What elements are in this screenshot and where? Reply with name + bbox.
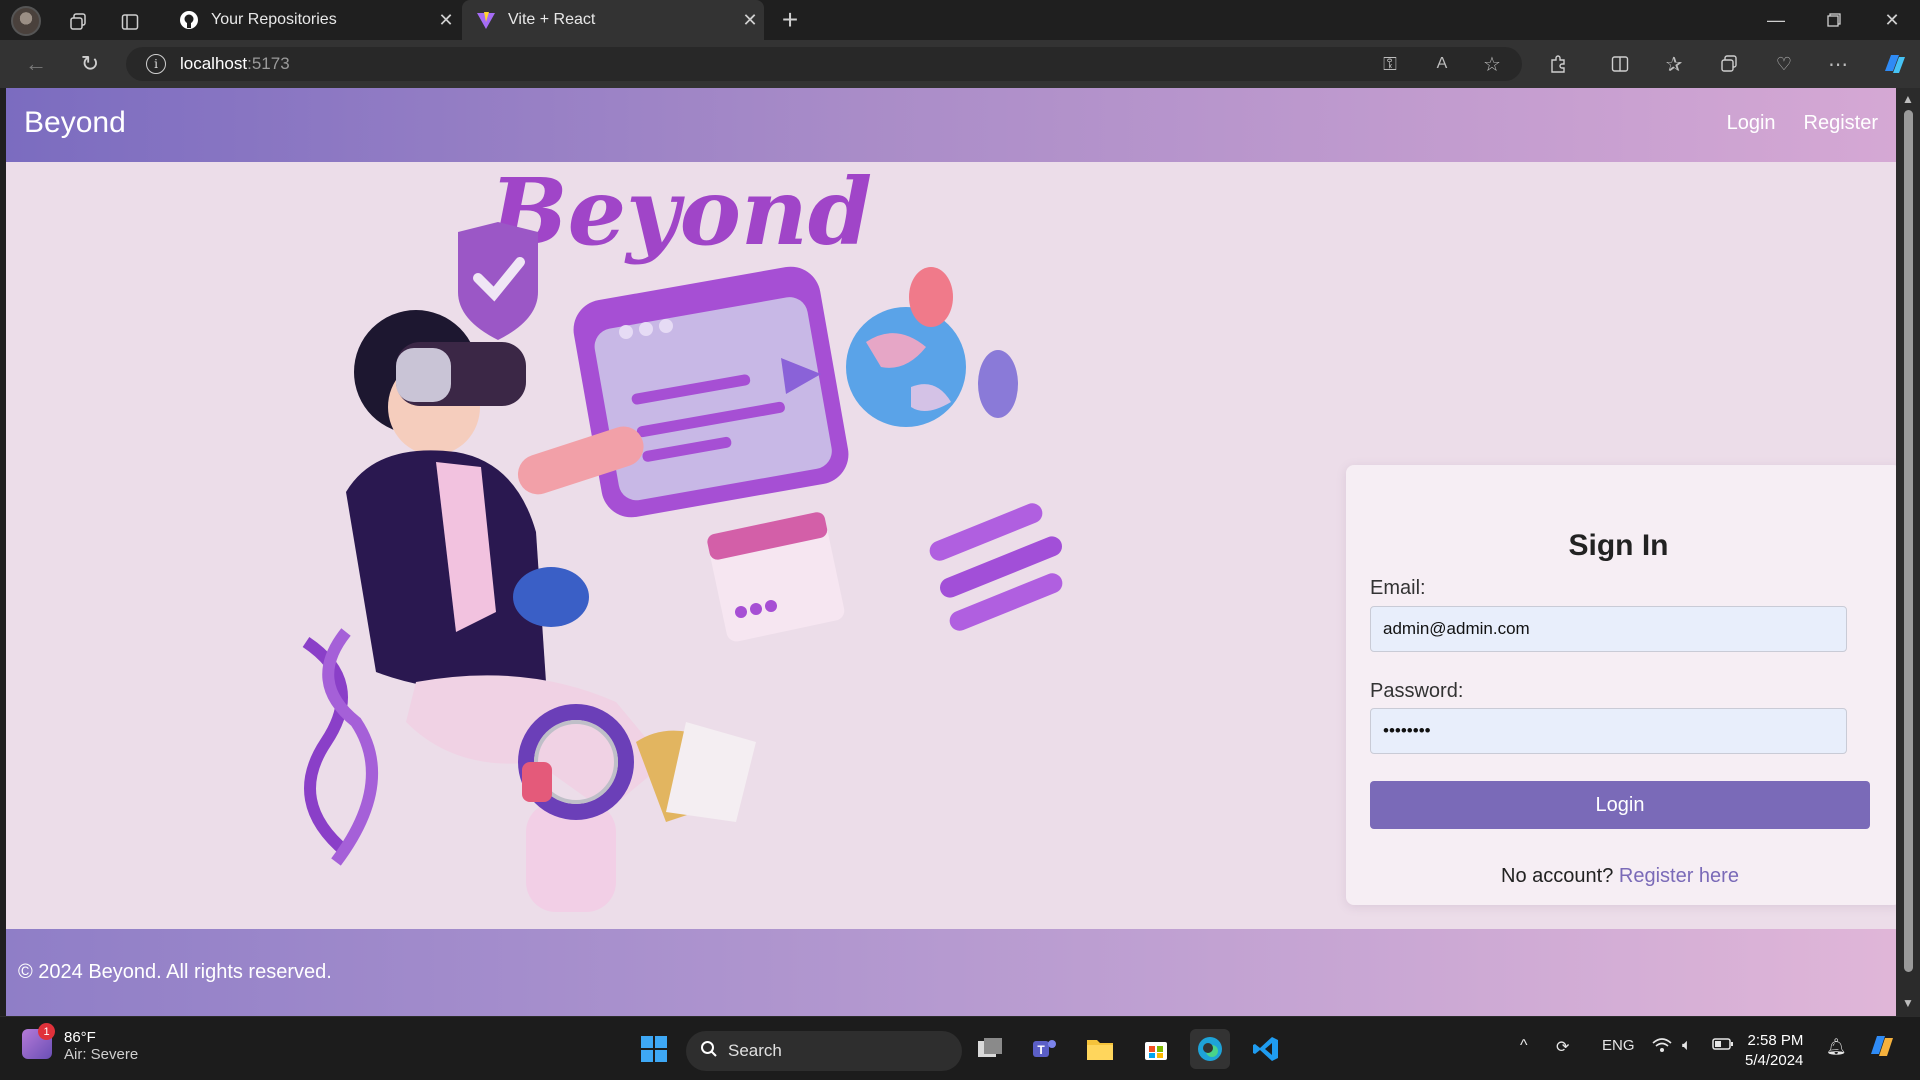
search-placeholder: Search (728, 1041, 782, 1060)
split-screen-icon[interactable] (1604, 48, 1636, 80)
edge-icon[interactable] (1190, 1029, 1230, 1069)
email-field[interactable] (1370, 606, 1847, 652)
copilot-taskbar-icon[interactable] (1866, 1031, 1896, 1066)
email-label: Email: (1370, 577, 1426, 599)
microsoft-store-icon[interactable] (1136, 1029, 1176, 1069)
password-label: Password: (1370, 680, 1464, 702)
profile-avatar[interactable] (11, 6, 41, 36)
close-tab-icon[interactable]: ✕ (736, 10, 764, 31)
start-icon[interactable] (634, 1029, 674, 1069)
address-bar[interactable]: i localhost:5173 (126, 47, 1522, 81)
volume-icon[interactable]: 🔈︎ (1682, 1037, 1692, 1055)
workspaces-icon[interactable] (64, 8, 92, 36)
brand-logo[interactable]: Beyond (24, 106, 126, 140)
collections-icon[interactable] (1713, 48, 1745, 80)
site-footer: © 2024 Beyond. All rights reserved. (6, 929, 1896, 1016)
card-graphic (707, 512, 845, 642)
signin-card: Sign In Email: Password: Login No accoun… (1346, 465, 1896, 905)
windows-taskbar: 1 86°F Air: Severe Search T ^ ⟳ ENG 🔈︎ 2… (0, 1016, 1920, 1080)
minimize-icon[interactable]: — (1748, 0, 1804, 40)
nav-register-link[interactable]: Register (1804, 112, 1878, 135)
taskbar-search[interactable]: Search (686, 1031, 962, 1071)
weather-temp: 86°F (64, 1029, 96, 1046)
tab-title: Vite + React (508, 11, 596, 28)
tab-your-repositories[interactable]: Your Repositories ✕ (165, 0, 460, 40)
github-icon (179, 10, 199, 30)
clock-time: 2:58 PM (1747, 1032, 1804, 1049)
site-info-icon[interactable]: i (146, 54, 166, 74)
site-navbar: Beyond Login Register (6, 88, 1896, 162)
no-account-text: No account? (1501, 865, 1614, 887)
notifications-icon[interactable]: 🔔︎ (1826, 1037, 1846, 1057)
new-tab-icon[interactable]: + (774, 4, 806, 36)
weather-desc: Air: Severe (64, 1046, 139, 1063)
scroll-down-icon[interactable]: ▼ (1902, 996, 1914, 1010)
register-link[interactable]: Register here (1619, 865, 1739, 887)
extensions-icon[interactable] (1542, 48, 1574, 80)
browser-tab-bar: Your Repositories ✕ Vite + React ✕ + — ✕ (0, 0, 1920, 40)
page-viewport: Beyond Login Register Beyond Sign In Ema… (6, 88, 1896, 1016)
copilot-icon[interactable] (1878, 48, 1910, 80)
scrollbar-thumb[interactable] (1904, 110, 1913, 972)
svg-text:T: T (1037, 1043, 1045, 1057)
url-port: :5173 (247, 54, 290, 73)
weather-alert-badge: 1 (38, 1023, 55, 1040)
tab-title: Your Repositories (211, 11, 337, 28)
taskbar-clock[interactable]: 2:58 PM 5/4/2024 (1745, 1031, 1803, 1071)
hero-section: Beyond Sign In Email: admin@admin.com Pa… (6, 162, 1896, 929)
favorite-star-icon[interactable]: ☆ (1476, 48, 1508, 80)
signin-heading: Sign In (1568, 529, 1669, 562)
vscode-icon[interactable] (1246, 1029, 1286, 1069)
reload-icon[interactable]: ↻ (74, 48, 106, 80)
teams-icon[interactable]: T (1024, 1029, 1064, 1069)
vertical-tabs-icon[interactable] (116, 8, 144, 36)
url-host: localhost (180, 54, 248, 73)
browser-window-graphic (573, 266, 849, 518)
login-button[interactable]: Login (1370, 781, 1870, 829)
hero-illustration: Beyond (302, 162, 1063, 912)
scroll-up-icon[interactable]: ▲ (1902, 92, 1914, 106)
tab-vite-react[interactable]: Vite + React ✕ (462, 0, 764, 40)
password-key-icon[interactable]: ⚿ (1374, 48, 1406, 80)
shield-check-icon (458, 222, 538, 340)
close-tab-icon[interactable]: ✕ (432, 10, 460, 31)
sync-icon[interactable]: ⟳ (1556, 1037, 1569, 1057)
page-scrollbar[interactable]: ▲ ▼ (1896, 88, 1920, 1016)
sliders-graphic (929, 503, 1063, 631)
nav-links: Login Register (1727, 112, 1878, 135)
address-toolbar: ← ↻ i localhost:5173 ⚿ A ☆ ✰ ♡ ⋯ (0, 40, 1920, 88)
clock-date: 5/4/2024 (1745, 1052, 1804, 1069)
globe-graphic (846, 267, 1018, 427)
footer-copyright: © 2024 Beyond. All rights reserved. (18, 961, 332, 983)
restore-icon[interactable] (1806, 0, 1862, 40)
language-indicator[interactable]: ENG (1602, 1037, 1635, 1054)
wifi-icon[interactable] (1652, 1037, 1672, 1058)
weather-widget[interactable]: 1 86°F Air: Severe (22, 1023, 139, 1063)
back-icon[interactable]: ← (20, 48, 52, 80)
read-aloud-icon[interactable]: A (1426, 48, 1458, 80)
show-hidden-icons[interactable]: ^ (1520, 1037, 1528, 1055)
task-view-icon[interactable] (970, 1029, 1010, 1069)
hero-logo-text: Beyond (487, 162, 872, 266)
dna-icon (302, 628, 378, 866)
close-window-icon[interactable]: ✕ (1864, 0, 1920, 40)
battery-icon[interactable] (1712, 1037, 1734, 1056)
vite-icon (476, 10, 496, 30)
weather-icon: 1 (22, 1023, 55, 1059)
file-explorer-icon[interactable] (1080, 1029, 1120, 1069)
search-icon (700, 1040, 718, 1063)
more-menu-icon[interactable]: ⋯ (1822, 48, 1854, 80)
password-field[interactable] (1370, 708, 1847, 754)
register-prompt: No account? Register here (1346, 865, 1894, 888)
nav-login-link[interactable]: Login (1727, 112, 1776, 135)
browser-essentials-icon[interactable]: ♡ (1768, 48, 1800, 80)
favorites-icon[interactable]: ✰ (1658, 48, 1690, 80)
